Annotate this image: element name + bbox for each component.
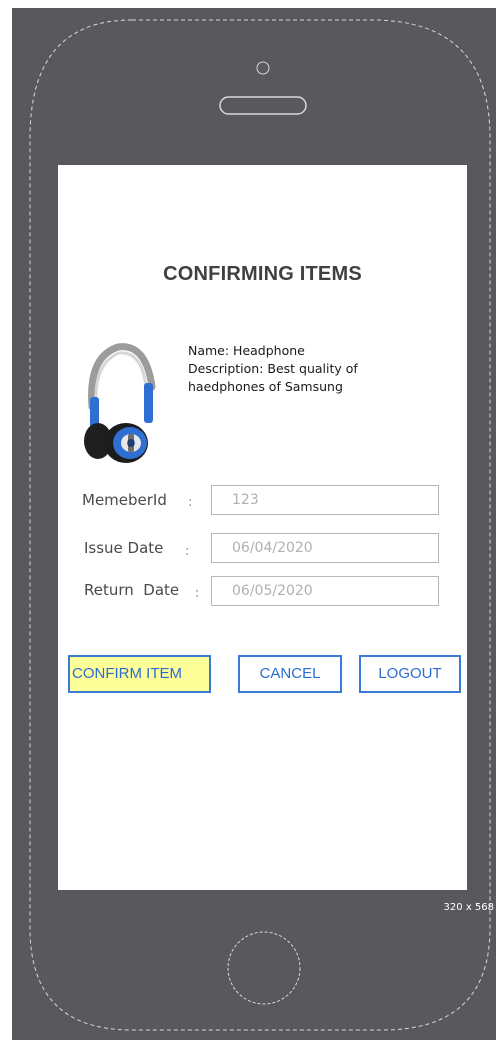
- issue-date-colon: :: [185, 544, 190, 559]
- return-date-label: Return Date: [84, 581, 180, 599]
- issue-date-input[interactable]: [211, 533, 439, 563]
- confirm-item-button[interactable]: CONFIRM ITEM: [68, 655, 211, 693]
- logout-button[interactable]: LOGOUT: [359, 655, 461, 693]
- screen-size-label: 320 x 568: [443, 902, 494, 913]
- item-description-line2: haedphones of Samsung: [188, 379, 343, 394]
- home-button[interactable]: [227, 931, 301, 1005]
- app-screen: CONFIRMING ITEMS Name: Headphone Descrip…: [58, 165, 467, 890]
- front-camera: [256, 61, 270, 75]
- member-id-colon: :: [188, 495, 193, 510]
- return-date-input[interactable]: [211, 576, 439, 606]
- item-description-line1: Description: Best quality of: [188, 361, 358, 376]
- item-name: Name: Headphone: [188, 343, 305, 358]
- return-date-colon: :: [195, 586, 200, 601]
- item-info: Name: Headphone Description: Best qualit…: [188, 342, 428, 396]
- right-earcup-bar: [128, 434, 134, 452]
- cancel-button[interactable]: CANCEL: [238, 655, 342, 693]
- speaker-slot: [219, 96, 307, 115]
- member-id-label: MemeberId: [82, 491, 167, 509]
- right-slider: [144, 383, 153, 423]
- headphone-icon: [84, 343, 156, 463]
- member-id-input[interactable]: [211, 485, 439, 515]
- issue-date-label: Issue Date: [84, 539, 164, 557]
- page-title: CONFIRMING ITEMS: [163, 263, 362, 285]
